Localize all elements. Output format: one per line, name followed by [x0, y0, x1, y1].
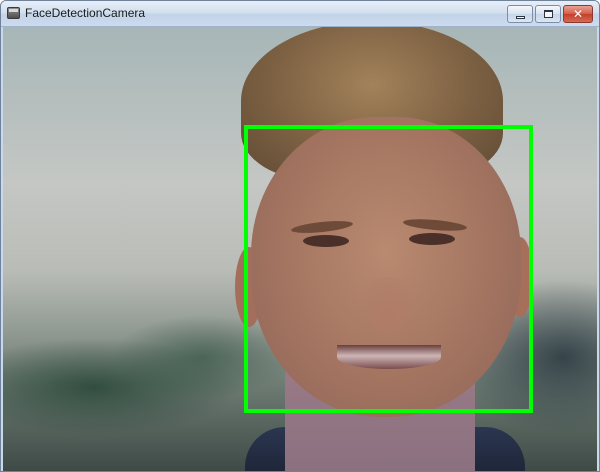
- maximize-button[interactable]: [535, 5, 561, 23]
- app-icon[interactable]: [7, 7, 20, 19]
- window-title: FaceDetectionCamera: [25, 6, 146, 20]
- maximize-icon: [543, 10, 553, 18]
- close-icon: ✕: [572, 7, 584, 21]
- minimize-icon: [515, 15, 525, 19]
- camera-view: [3, 27, 597, 471]
- title-bar[interactable]: FaceDetectionCamera ✕: [1, 1, 599, 27]
- app-window: FaceDetectionCamera ✕: [0, 0, 600, 472]
- close-button[interactable]: ✕: [563, 5, 593, 23]
- minimize-button[interactable]: [507, 5, 533, 23]
- face-detection-box: [244, 125, 533, 413]
